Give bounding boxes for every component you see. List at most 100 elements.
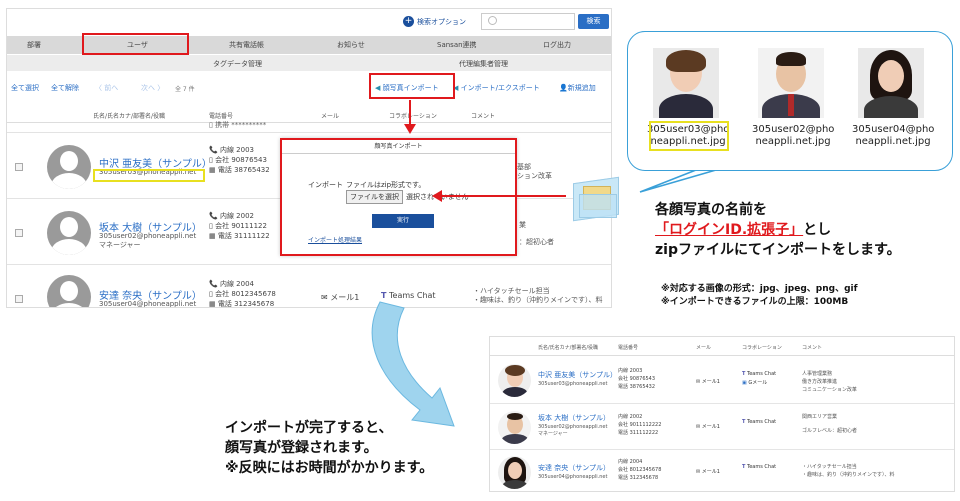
top-bar: + 検索オプション 検索 bbox=[7, 9, 611, 35]
no-file-text: 選択されていません bbox=[406, 193, 469, 201]
result-row[interactable]: 安達 奈央（サンプル） 305user04@phoneappli.net 内線 … bbox=[490, 450, 954, 491]
registered-photo bbox=[498, 411, 531, 444]
row-checkbox[interactable] bbox=[15, 163, 23, 171]
import-desc: ファイルはzip形式です。 bbox=[346, 181, 426, 189]
mobile-icon: ▯ bbox=[209, 290, 213, 298]
user-sub: 305user02@phoneappli.net マネージャー bbox=[99, 232, 197, 249]
table-row[interactable]: 安達 奈央（サンプル） 305user04@phoneappli.net 📞 内… bbox=[7, 265, 611, 308]
plus-circle-icon: + bbox=[403, 16, 414, 27]
format-notes: ※対応する画像の形式：jpg、jpeg、png、gif ※インポートできるファイ… bbox=[661, 284, 858, 307]
mail-link[interactable]: ✉ メール1 bbox=[696, 468, 720, 475]
user-name[interactable]: 坂本 大樹（サンプル） bbox=[538, 413, 610, 423]
import-result-link[interactable]: インポート処理結果 bbox=[308, 235, 362, 244]
search-option-link[interactable]: + 検索オプション bbox=[403, 16, 466, 27]
result-row[interactable]: 中沢 亜友美（サンプル） 305user03@phoneappli.net 内線… bbox=[490, 356, 954, 404]
sub-nav: タグデータ管理 代理編集者管理 bbox=[7, 55, 611, 71]
record-count: 全 7 件 bbox=[175, 86, 195, 93]
add-new-button[interactable]: 👤新規追加 bbox=[559, 83, 596, 93]
col-mail: メール bbox=[321, 113, 340, 120]
default-avatar bbox=[47, 275, 91, 307]
comment: 基部 ション改革 bbox=[517, 163, 552, 180]
registered-photo bbox=[498, 456, 531, 489]
flow-arrow bbox=[371, 301, 455, 427]
import-label: インポート bbox=[308, 181, 343, 189]
user-sub: 305user02@phoneappli.net マネージャー bbox=[538, 424, 608, 437]
truncated-phone: ▯ 携帯 ********** bbox=[209, 121, 267, 129]
deselect-all-link[interactable]: 全て解除 bbox=[51, 83, 79, 93]
row-checkbox[interactable] bbox=[15, 229, 23, 237]
search-button[interactable]: 検索 bbox=[578, 14, 609, 29]
complete-text: インポートが完了すると、 顔写真が登録されます。 ※反映にはお時間がかかります。 bbox=[225, 420, 434, 476]
table-header: 氏名/氏名カナ/部署名/役職 電話番号 メール コラボレーション コメント bbox=[7, 107, 611, 123]
result-header: 氏名/氏名カナ/部署名/役職 電話番号 メール コラボレーション コメント bbox=[490, 337, 954, 356]
choose-file-button[interactable]: ファイルを選択 bbox=[346, 190, 403, 204]
nav-shared-phonebook[interactable]: 共有電話帳 bbox=[229, 40, 264, 50]
highlight-filename bbox=[649, 121, 729, 151]
subnav-proxy-editor[interactable]: 代理編集者管理 bbox=[459, 59, 508, 69]
mail-link[interactable]: ✉ メール1 bbox=[696, 423, 720, 430]
photo-import-dialog: 顔写真インポート インポート ファイルはzip形式です。 ファイルを選択 選択さ… bbox=[280, 138, 517, 256]
col-collab: コラボレーション bbox=[389, 113, 437, 120]
search-icon bbox=[488, 16, 497, 25]
nav-sansan[interactable]: Sansan連携 bbox=[437, 40, 477, 50]
mail-icon: ✉ bbox=[321, 293, 328, 302]
phone-block: 📞 内線 2002 ▯ 会社 90111122 ▦ 電話 31111122 bbox=[209, 212, 270, 240]
subnav-tag-data[interactable]: タグデータ管理 bbox=[213, 59, 262, 69]
teams-chat-link[interactable]: T Teams Chat bbox=[742, 464, 776, 470]
prev-link[interactable]: 〈 前へ bbox=[95, 83, 118, 93]
face-photo-woman-2 bbox=[858, 48, 924, 118]
login-id-ext-text: 「ログインID.拡張子」 bbox=[655, 222, 804, 238]
comment: 関西エリア営業 ゴルフレベル：超初心者 bbox=[802, 414, 858, 434]
select-all-link[interactable]: 全て選択 bbox=[11, 83, 39, 93]
mail-link[interactable]: ✉ メール1 bbox=[321, 293, 359, 303]
phone-icon: 📞 bbox=[209, 146, 218, 154]
photo-caption-2: 305user02@pho neappli.net.jpg bbox=[752, 124, 835, 147]
default-avatar bbox=[47, 211, 91, 255]
row-checkbox[interactable] bbox=[15, 295, 23, 303]
dialog-title: 顔写真インポート bbox=[282, 140, 515, 154]
result-table: 氏名/氏名カナ/部署名/役職 電話番号 メール コラボレーション コメント 中沢… bbox=[489, 336, 955, 492]
comment: ・ハイタッチセール担当 ・趣味は、釣り（沖釣りメインです）、料 bbox=[802, 464, 895, 478]
phone-block: 内線 2004 会社 8012345678 電話 312345678 bbox=[618, 459, 662, 481]
mail-link[interactable]: ✉ メール1 bbox=[696, 378, 720, 385]
user-name[interactable]: 中沢 亜友美（サンプル） bbox=[538, 370, 617, 380]
highlight-login-id bbox=[93, 169, 205, 182]
teams-chat-link[interactable]: T Teams Chat bbox=[381, 291, 436, 301]
table-row: ▯ 携帯 ********** bbox=[7, 121, 611, 133]
teams-icon: T bbox=[742, 419, 746, 425]
col-phone: 電話番号 bbox=[209, 113, 234, 120]
col-name: 氏名/氏名カナ/部署名/役職 bbox=[93, 113, 166, 120]
user-name[interactable]: 安達 奈央（サンプル） bbox=[538, 463, 610, 473]
col-comment: コメント bbox=[471, 113, 496, 120]
phone-block: 📞 内線 2004 ▯ 会社 8012345678 ▦ 電話 312345678 bbox=[209, 280, 276, 308]
result-row[interactable]: 坂本 大樹（サンプル） 305user02@phoneappli.net マネージ… bbox=[490, 404, 954, 450]
nav-department[interactable]: 部署 bbox=[27, 40, 41, 50]
photo-caption-3: 305user04@pho neappli.net.jpg bbox=[852, 124, 935, 147]
nav-news[interactable]: お知らせ bbox=[337, 40, 365, 50]
teams-chat-link[interactable]: T Teams Chat bbox=[742, 419, 776, 425]
default-avatar bbox=[47, 145, 91, 189]
mail-icon: ✉ bbox=[696, 469, 701, 475]
mail-icon: ✉ bbox=[696, 424, 701, 430]
phone-icon: 📞 bbox=[209, 280, 218, 288]
teams-chat-link[interactable]: T Teams Chat ▣ Gメール bbox=[742, 370, 776, 388]
nav-log-export[interactable]: ログ出力 bbox=[543, 40, 571, 50]
gmail-icon: ▣ bbox=[742, 380, 747, 386]
teams-icon: T bbox=[742, 371, 746, 377]
comment: ・ハイタッチセール担当 ・趣味は、釣り（沖釣りメインです）、料 bbox=[473, 287, 603, 304]
import-export-button[interactable]: ◀ インポート/エクスポート bbox=[453, 83, 540, 93]
face-photo-man bbox=[758, 48, 824, 118]
search-input[interactable] bbox=[481, 13, 575, 30]
next-link[interactable]: 次へ 〉 bbox=[141, 83, 164, 93]
user-id: 305user04@phoneappli.net bbox=[99, 300, 197, 308]
phone-icon: 📞 bbox=[209, 212, 218, 220]
teams-icon: T bbox=[381, 291, 387, 300]
phone-block: 📞 内線 2003 ▯ 会社 90876543 ▦ 電話 38765432 bbox=[209, 146, 270, 174]
face-photo-woman-1 bbox=[653, 48, 719, 118]
comment: 業：超初心者 bbox=[519, 221, 554, 246]
highlight-user-tab bbox=[82, 33, 189, 55]
add-user-icon: 👤 bbox=[559, 84, 568, 92]
phone-block: 内線 2003 会社 90876543 電話 38765432 bbox=[618, 368, 656, 390]
run-button[interactable]: 実行 bbox=[372, 214, 434, 228]
fax-icon: ▦ bbox=[209, 232, 216, 240]
